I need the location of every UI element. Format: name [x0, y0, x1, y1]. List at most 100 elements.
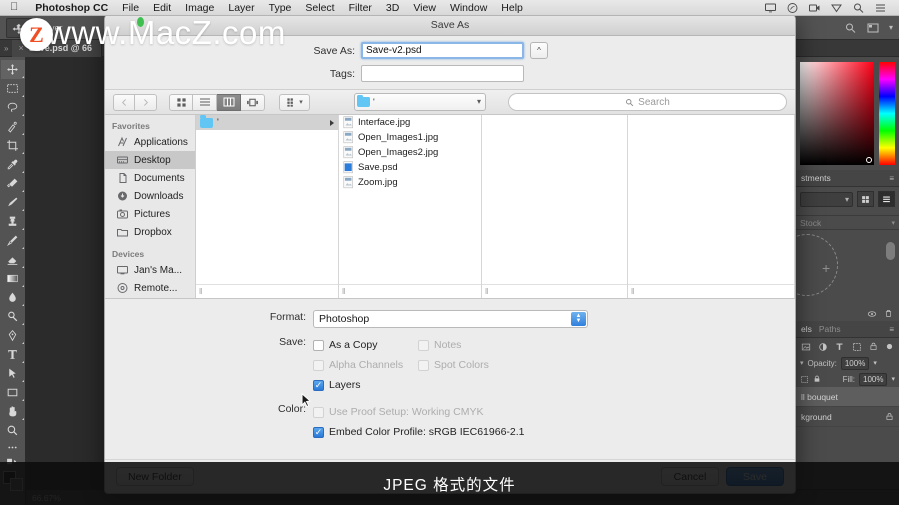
menu-type[interactable]: Type — [262, 2, 299, 14]
checkbox-box[interactable] — [313, 426, 324, 438]
color-picker-handle[interactable] — [866, 157, 872, 163]
type-filter-icon[interactable] — [835, 342, 844, 351]
column-list[interactable]: ' — [196, 115, 338, 284]
chevron-up-icon[interactable]: ^ — [530, 42, 548, 59]
column-resize-handle[interactable]: ‖ — [628, 284, 794, 298]
column-list[interactable] — [628, 115, 794, 284]
menu-3d[interactable]: 3D — [379, 2, 406, 14]
fill-chevron-icon[interactable]: ▾ — [891, 375, 895, 383]
display-icon[interactable] — [764, 2, 777, 14]
checkbox-as-a-copy[interactable]: As a Copy — [313, 335, 418, 355]
panel-menu-icon[interactable]: ≡ — [889, 174, 894, 183]
search-icon-ps[interactable] — [844, 22, 857, 34]
color-picker-body[interactable] — [796, 57, 899, 170]
tags-input[interactable] — [361, 65, 524, 82]
blur-tool[interactable] — [1, 288, 25, 307]
adjustments-panel-tab[interactable]: stments — [801, 173, 831, 183]
menu-window[interactable]: Window — [443, 2, 494, 14]
history-brush-tool[interactable] — [1, 231, 25, 250]
layer-item[interactable]: kground — [796, 407, 899, 427]
eraser-tool[interactable] — [1, 250, 25, 269]
airplay-icon[interactable] — [786, 2, 799, 14]
panel-menu-icon[interactable]: ≡ — [889, 325, 894, 334]
hand-tool[interactable] — [1, 402, 25, 421]
lock-all-icon[interactable] — [813, 375, 821, 383]
location-dropdown[interactable]: ' ▾ — [354, 93, 486, 111]
checkbox-box[interactable] — [313, 379, 324, 391]
search-input[interactable]: Search — [508, 93, 787, 111]
quick-selection-tool[interactable] — [1, 117, 25, 136]
column-resize-handle[interactable]: ‖ — [196, 284, 338, 298]
preset-thumb[interactable] — [886, 242, 895, 260]
search-icon[interactable] — [852, 2, 865, 14]
blend-mode-chevron-icon[interactable]: ▾ — [800, 359, 804, 367]
menu-filter[interactable]: Filter — [342, 2, 379, 14]
path-selection-tool[interactable] — [1, 364, 25, 383]
sidebar-item-downloads[interactable]: Downloads — [105, 187, 195, 205]
arrange-button[interactable]: ▾ — [279, 93, 310, 111]
hue-strip[interactable] — [879, 62, 895, 165]
adjustment-filter-icon[interactable] — [818, 342, 828, 352]
delete-icon[interactable] — [884, 309, 893, 318]
image-filter-icon[interactable] — [801, 342, 811, 352]
healing-brush-tool[interactable] — [1, 174, 25, 193]
menu-help[interactable]: Help — [494, 2, 530, 14]
filename-input[interactable]: Save-v2.psd — [361, 42, 524, 59]
list-icon[interactable] — [874, 2, 887, 14]
collapse-panel-icon[interactable]: » — [0, 44, 12, 53]
menu-file[interactable]: File — [115, 2, 146, 14]
list-view-icon[interactable] — [878, 191, 895, 207]
list-view-button[interactable] — [193, 93, 217, 111]
marquee-tool[interactable] — [1, 79, 25, 98]
sidebar-item-remote-disc[interactable]: Remote... — [105, 279, 195, 297]
menubar-app-name[interactable]: Photoshop CC — [28, 2, 115, 14]
workspace-chevron-icon[interactable]: ▾ — [889, 23, 893, 32]
opacity-chevron-icon[interactable]: ▾ — [873, 359, 877, 367]
crop-tool[interactable] — [1, 136, 25, 155]
forward-button[interactable] — [135, 93, 157, 111]
eyedropper-tool[interactable] — [1, 155, 25, 174]
file-row[interactable]: Save.psd — [339, 160, 481, 175]
paths-panel-tab[interactable]: Paths — [819, 324, 841, 334]
screen-record-icon[interactable] — [808, 2, 821, 14]
stock-search-row[interactable]: Stock ▾ — [796, 215, 899, 230]
menu-view[interactable]: View — [406, 2, 443, 14]
column-list[interactable]: Interface.jpg Open_Images1.jpg Open_Imag… — [339, 115, 481, 284]
column-row-folder[interactable]: ' — [196, 115, 338, 130]
visibility-icon[interactable] — [867, 309, 877, 319]
rectangle-tool[interactable] — [1, 383, 25, 402]
sidebar-item-computer[interactable]: Jan's Ma... — [105, 261, 195, 279]
sidebar-item-desktop[interactable]: Desktop — [105, 151, 195, 169]
gallery-view-button[interactable] — [241, 93, 265, 111]
icon-view-button[interactable] — [169, 93, 193, 111]
file-row[interactable]: Zoom.jpg — [339, 175, 481, 190]
chevron-down-icon[interactable]: ▾ — [891, 219, 895, 227]
lock-transparent-icon[interactable] — [800, 375, 809, 384]
grid-view-icon[interactable] — [857, 191, 874, 207]
format-dropdown[interactable]: Photoshop ▲ ▼ — [313, 310, 588, 328]
move-tool[interactable] — [0, 60, 25, 79]
workspace-icon[interactable] — [865, 22, 881, 34]
pen-tool[interactable] — [1, 326, 25, 345]
file-row[interactable]: Interface.jpg — [339, 115, 481, 130]
dodge-tool[interactable] — [1, 307, 25, 326]
shield-icon[interactable] — [830, 2, 843, 14]
sidebar-item-applications[interactable]: Applications — [105, 133, 195, 151]
checkbox-box[interactable] — [313, 339, 324, 351]
file-row[interactable]: Open_Images1.jpg — [339, 130, 481, 145]
clone-stamp-tool[interactable] — [1, 212, 25, 231]
lasso-tool[interactable] — [1, 98, 25, 117]
shape-filter-icon[interactable] — [852, 342, 862, 352]
library-select[interactable]: ▾ — [800, 191, 853, 207]
type-tool[interactable] — [1, 345, 25, 364]
apple-logo-icon[interactable]:  — [10, 2, 18, 13]
opacity-value[interactable]: 100% — [840, 356, 870, 370]
smart-object-filter-icon[interactable] — [869, 342, 878, 351]
more-tools-icon[interactable] — [1, 440, 25, 454]
checkbox-embed-color-profile[interactable]: Embed Color Profile: sRGB IEC61966-2.1 — [313, 422, 603, 442]
column-view-button[interactable] — [217, 93, 241, 111]
gradient-tool[interactable] — [1, 269, 25, 288]
column-resize-handle[interactable]: ‖ — [482, 284, 627, 298]
back-button[interactable] — [113, 93, 135, 111]
menu-image[interactable]: Image — [178, 2, 221, 14]
